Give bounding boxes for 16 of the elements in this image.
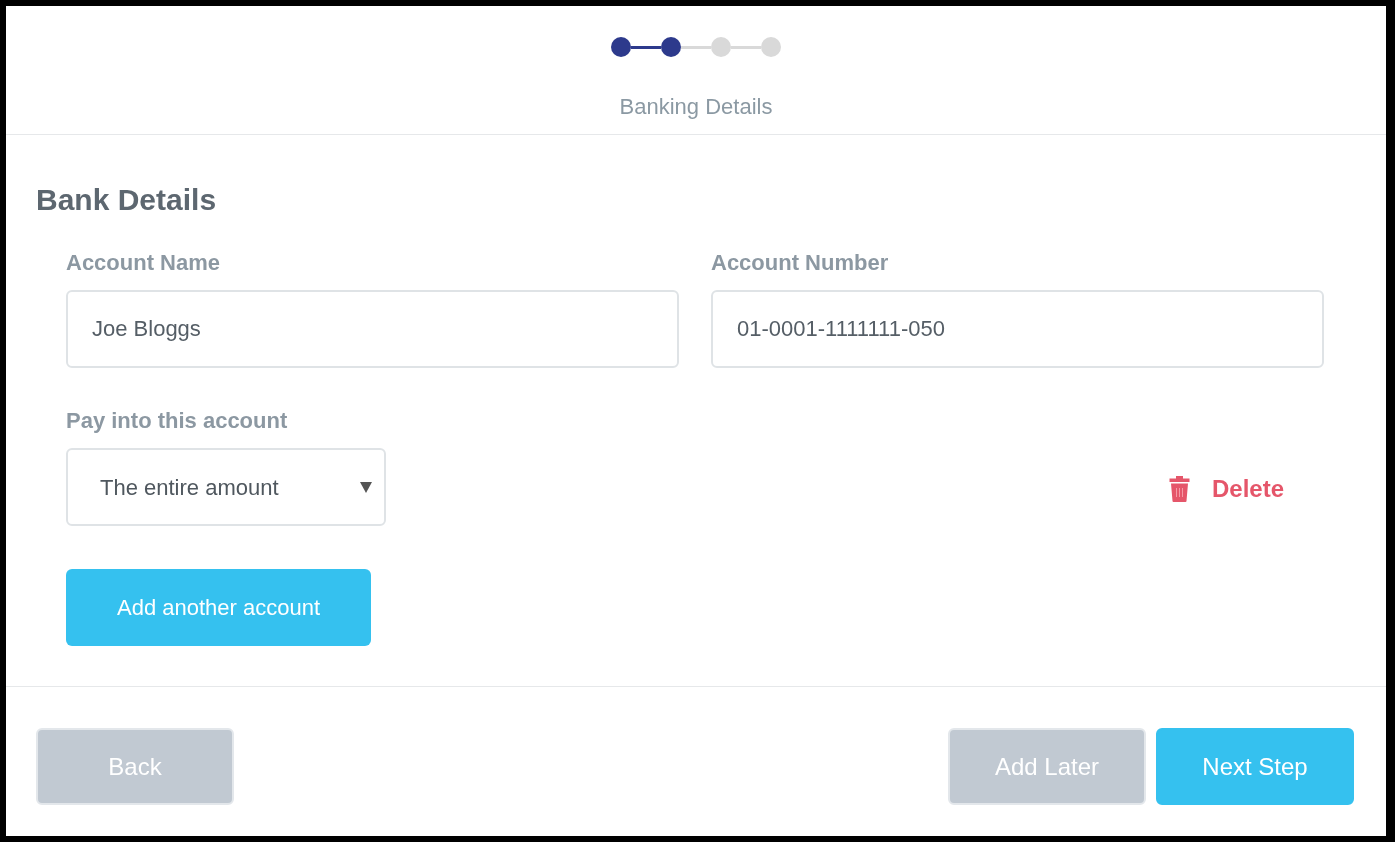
field-label: Pay into this account: [66, 408, 288, 434]
step-title: Banking Details: [619, 94, 773, 120]
section-heading: Bank Details: [36, 182, 217, 218]
delete-button[interactable]: Delete: [1168, 474, 1284, 504]
field-label: Account Name: [66, 250, 221, 276]
text-input[interactable]: 01-0001-1111111-050: [711, 290, 1324, 368]
trash-icon: [1168, 476, 1190, 502]
step-connector: [681, 45, 711, 49]
step-connector: [631, 45, 661, 49]
step-connector: [731, 45, 761, 49]
next-button[interactable]: Next Step: [1156, 728, 1354, 805]
field-label: Account Number: [711, 250, 889, 276]
text-input[interactable]: Joe Bloggs: [66, 290, 679, 368]
add-account-button[interactable]: Add another account: [66, 569, 371, 646]
amount-select[interactable]: The entire amount: [66, 448, 386, 526]
caret-icon: [360, 481, 372, 493]
